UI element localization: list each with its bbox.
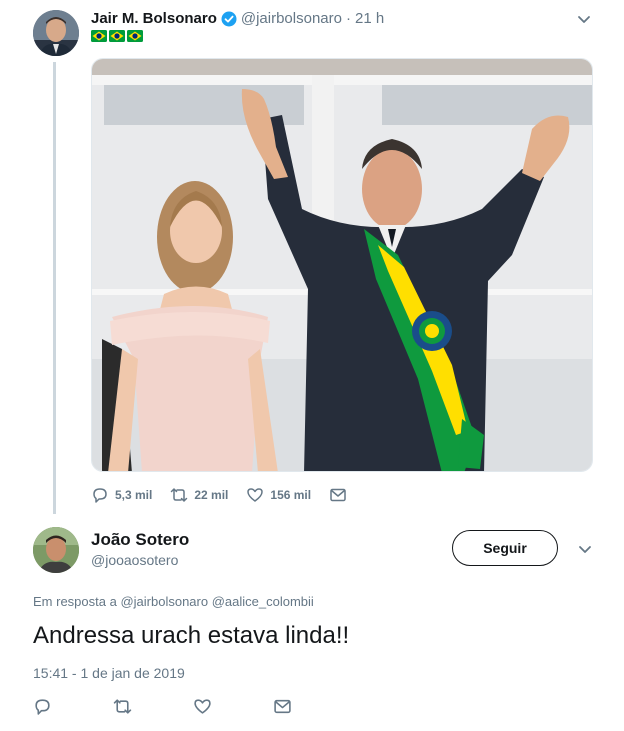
like-count: 156 mil — [270, 488, 312, 502]
share-icon[interactable] — [273, 697, 292, 716]
like-icon — [247, 488, 264, 502]
separator-dot: · — [345, 10, 351, 27]
tweet-photo[interactable] — [91, 58, 593, 472]
reply-icon[interactable] — [33, 697, 52, 716]
author-name[interactable]: Jair M. Bolsonaro — [91, 10, 217, 28]
like-icon[interactable] — [193, 697, 212, 716]
tweet-header: Jair M. Bolsonaro @jairbolsonaro · 21 h — [91, 10, 384, 28]
reply-icon — [93, 488, 107, 503]
share-icon — [330, 488, 346, 502]
chevron-down-icon[interactable] — [576, 540, 594, 558]
avatar[interactable] — [33, 10, 79, 56]
tweet-time[interactable]: 21 h — [355, 10, 384, 28]
share-button[interactable] — [329, 486, 353, 504]
like-button[interactable]: 156 mil — [246, 486, 311, 504]
thread-connector-line — [53, 62, 56, 514]
mention-link[interactable]: @aalice_colombii — [212, 594, 314, 609]
tweet-text-flags — [91, 29, 143, 47]
brazil-flag-icon — [109, 29, 125, 47]
retweet-icon — [171, 488, 188, 502]
reply-actions — [33, 697, 353, 716]
reply-author-handle[interactable]: @jooaosotero — [91, 552, 178, 568]
replying-to-label: Em resposta a — [33, 594, 117, 609]
tweet-actions: 5,3 mil 22 mil 156 mil — [91, 486, 371, 504]
brazil-flag-icon — [91, 29, 107, 47]
follow-button[interactable]: Seguir — [452, 530, 558, 566]
reply-author-name[interactable]: João Sotero — [91, 530, 189, 550]
reply-text: Andressa urach estava linda!! — [33, 622, 350, 649]
verified-badge-icon — [221, 11, 237, 27]
reply-timestamp[interactable]: 15:41 - 1 de jan de 2019 — [33, 665, 185, 681]
reply-count: 5,3 mil — [115, 488, 153, 502]
replying-to: Em resposta a @jairbolsonaro @aalice_col… — [33, 594, 314, 609]
retweet-icon[interactable] — [113, 697, 132, 716]
author-handle[interactable]: @jairbolsonaro — [241, 10, 342, 28]
chevron-down-icon[interactable] — [575, 10, 593, 28]
mention-link[interactable]: @jairbolsonaro — [120, 594, 208, 609]
retweet-count: 22 mil — [194, 488, 229, 502]
avatar[interactable] — [33, 527, 79, 573]
reply-button[interactable]: 5,3 mil — [91, 486, 152, 504]
retweet-button[interactable]: 22 mil — [170, 486, 228, 504]
brazil-flag-icon — [127, 29, 143, 47]
